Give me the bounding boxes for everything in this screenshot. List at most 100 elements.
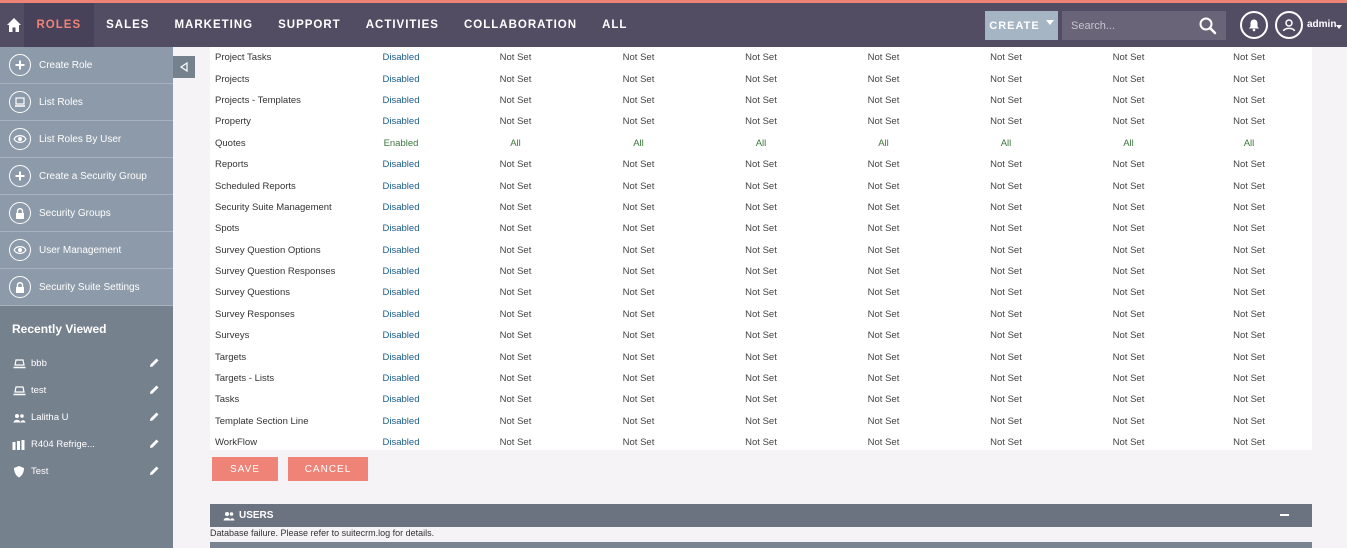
permission-cell[interactable]: Not Set [1071, 368, 1186, 389]
permission-cell[interactable]: Not Set [581, 154, 696, 175]
permission-cell[interactable]: Not Set [1186, 411, 1312, 432]
permission-cell[interactable]: Not Set [450, 90, 581, 111]
permission-cell[interactable]: Not Set [826, 240, 941, 261]
permission-cell[interactable]: Not Set [450, 346, 581, 367]
permission-cell[interactable]: Not Set [941, 368, 1071, 389]
permission-cell[interactable]: Not Set [1186, 432, 1312, 453]
permission-cell[interactable]: Not Set [696, 154, 826, 175]
permission-cell[interactable]: Not Set [450, 47, 581, 68]
permission-cell[interactable]: Not Set [581, 282, 696, 303]
permission-cell[interactable]: Not Set [581, 218, 696, 239]
permission-cell[interactable]: Not Set [450, 389, 581, 410]
permission-cell[interactable]: Not Set [941, 197, 1071, 218]
permission-cell[interactable]: Not Set [696, 389, 826, 410]
permission-cell[interactable]: Not Set [1186, 47, 1312, 68]
sidebar-action-list-roles[interactable]: List Roles [0, 84, 173, 121]
permission-cell[interactable]: Not Set [826, 282, 941, 303]
permission-cell[interactable]: Not Set [941, 432, 1071, 453]
sidebar-action-list-roles-by-user[interactable]: List Roles By User [0, 121, 173, 158]
permission-cell[interactable]: Not Set [1186, 68, 1312, 89]
save-button[interactable]: SAVE [212, 457, 278, 481]
permission-cell[interactable]: Not Set [1071, 154, 1186, 175]
user-chevron-down-icon[interactable] [1336, 25, 1342, 29]
permission-cell[interactable]: Not Set [450, 325, 581, 346]
recent-item[interactable]: R404 Refrige... [0, 431, 173, 458]
permission-cell[interactable]: Not Set [1071, 432, 1186, 453]
permission-cell[interactable]: Not Set [941, 261, 1071, 282]
permission-cell[interactable]: Not Set [1071, 389, 1186, 410]
nav-item-support[interactable]: SUPPORT [266, 3, 354, 47]
permission-cell[interactable]: Not Set [1186, 304, 1312, 325]
permission-cell[interactable]: Not Set [826, 154, 941, 175]
access-cell[interactable]: Enabled [352, 133, 450, 154]
permission-cell[interactable]: Not Set [1071, 90, 1186, 111]
permission-cell[interactable]: Not Set [581, 432, 696, 453]
access-cell[interactable]: Disabled [352, 282, 450, 303]
permission-cell[interactable]: Not Set [1071, 218, 1186, 239]
access-cell[interactable]: Disabled [352, 90, 450, 111]
permission-cell[interactable]: Not Set [1071, 175, 1186, 196]
permission-cell[interactable]: Not Set [696, 90, 826, 111]
permission-cell[interactable]: All [581, 133, 696, 154]
user-menu-button[interactable] [1275, 11, 1303, 39]
permission-cell[interactable]: Not Set [581, 68, 696, 89]
permission-cell[interactable]: Not Set [941, 282, 1071, 303]
access-cell[interactable]: Disabled [352, 261, 450, 282]
permission-cell[interactable]: Not Set [581, 325, 696, 346]
permission-cell[interactable]: Not Set [826, 389, 941, 410]
permission-cell[interactable]: Not Set [696, 282, 826, 303]
permission-cell[interactable]: All [450, 133, 581, 154]
permission-cell[interactable]: Not Set [696, 175, 826, 196]
nav-item-activities[interactable]: ACTIVITIES [353, 3, 451, 47]
access-cell[interactable]: Disabled [352, 154, 450, 175]
permission-cell[interactable]: All [1071, 133, 1186, 154]
permission-cell[interactable]: All [1186, 133, 1312, 154]
permission-cell[interactable]: Not Set [581, 389, 696, 410]
access-cell[interactable]: Disabled [352, 218, 450, 239]
recent-item-label[interactable]: test [31, 385, 46, 396]
permission-cell[interactable]: Not Set [581, 240, 696, 261]
permission-cell[interactable]: Not Set [941, 218, 1071, 239]
permission-cell[interactable]: Not Set [1071, 111, 1186, 132]
permission-cell[interactable]: Not Set [1071, 197, 1186, 218]
permission-cell[interactable]: All [941, 133, 1071, 154]
permission-cell[interactable]: Not Set [450, 368, 581, 389]
permission-cell[interactable]: Not Set [696, 368, 826, 389]
recent-item-label[interactable]: Lalitha U [31, 412, 69, 423]
permission-cell[interactable]: Not Set [1186, 197, 1312, 218]
pencil-icon[interactable] [148, 411, 160, 423]
access-cell[interactable]: Disabled [352, 411, 450, 432]
permission-cell[interactable]: Not Set [826, 346, 941, 367]
permission-cell[interactable]: Not Set [696, 432, 826, 453]
permission-cell[interactable]: Not Set [826, 68, 941, 89]
permission-cell[interactable]: Not Set [696, 68, 826, 89]
permission-cell[interactable]: Not Set [450, 282, 581, 303]
permission-cell[interactable]: Not Set [826, 47, 941, 68]
permission-cell[interactable]: Not Set [941, 304, 1071, 325]
permission-cell[interactable]: Not Set [1071, 282, 1186, 303]
permission-cell[interactable]: Not Set [1186, 389, 1312, 410]
access-cell[interactable]: Disabled [352, 240, 450, 261]
permission-cell[interactable]: Not Set [1071, 68, 1186, 89]
permission-cell[interactable]: Not Set [450, 411, 581, 432]
permission-cell[interactable]: Not Set [826, 197, 941, 218]
permission-cell[interactable]: Not Set [450, 432, 581, 453]
search-icon[interactable] [1198, 16, 1218, 36]
permission-cell[interactable]: Not Set [1071, 346, 1186, 367]
permission-cell[interactable]: Not Set [1071, 411, 1186, 432]
permission-cell[interactable]: Not Set [1071, 325, 1186, 346]
cancel-button[interactable]: CANCEL [288, 457, 368, 481]
nav-item-sales[interactable]: SALES [94, 3, 162, 47]
notifications-button[interactable] [1240, 11, 1268, 39]
permission-cell[interactable]: Not Set [1186, 154, 1312, 175]
permission-cell[interactable]: Not Set [826, 304, 941, 325]
permission-cell[interactable]: Not Set [826, 411, 941, 432]
permission-cell[interactable]: Not Set [696, 240, 826, 261]
permission-cell[interactable]: Not Set [1186, 325, 1312, 346]
permission-cell[interactable]: Not Set [581, 197, 696, 218]
permission-cell[interactable]: Not Set [1071, 261, 1186, 282]
permission-cell[interactable]: Not Set [696, 47, 826, 68]
recent-item-label[interactable]: R404 Refrige... [31, 439, 95, 450]
permission-cell[interactable]: Not Set [826, 368, 941, 389]
sidebar-action-create-role[interactable]: Create Role [0, 47, 173, 84]
